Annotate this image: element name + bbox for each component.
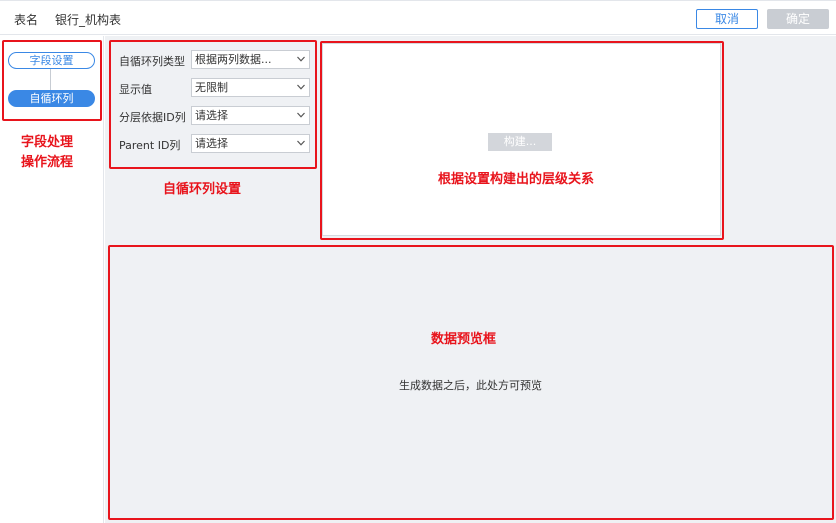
- annotation-box-flow: [2, 40, 102, 121]
- annotation-flow-line1: 字段处理: [21, 135, 74, 150]
- table-name-label: 表名: [14, 13, 39, 27]
- table-name-value: 银行_机构表: [55, 13, 122, 27]
- annotation-preview: 数据预览框: [431, 332, 497, 347]
- annotation-box-preview: [108, 245, 834, 520]
- header-bar: 表名 银行_机构表 取消 确定: [0, 0, 836, 35]
- annotation-box-hierarchy: [320, 41, 724, 240]
- annotation-box-settings: [109, 40, 317, 169]
- annotation-settings: 自循环列设置: [163, 182, 242, 197]
- cancel-button[interactable]: 取消: [696, 9, 758, 29]
- confirm-button[interactable]: 确定: [767, 9, 829, 29]
- annotation-hierarchy: 根据设置构建出的层级关系: [438, 172, 595, 187]
- annotation-flow-line2: 操作流程: [21, 155, 74, 170]
- annotation-flow: 字段处理 操作流程: [21, 133, 73, 173]
